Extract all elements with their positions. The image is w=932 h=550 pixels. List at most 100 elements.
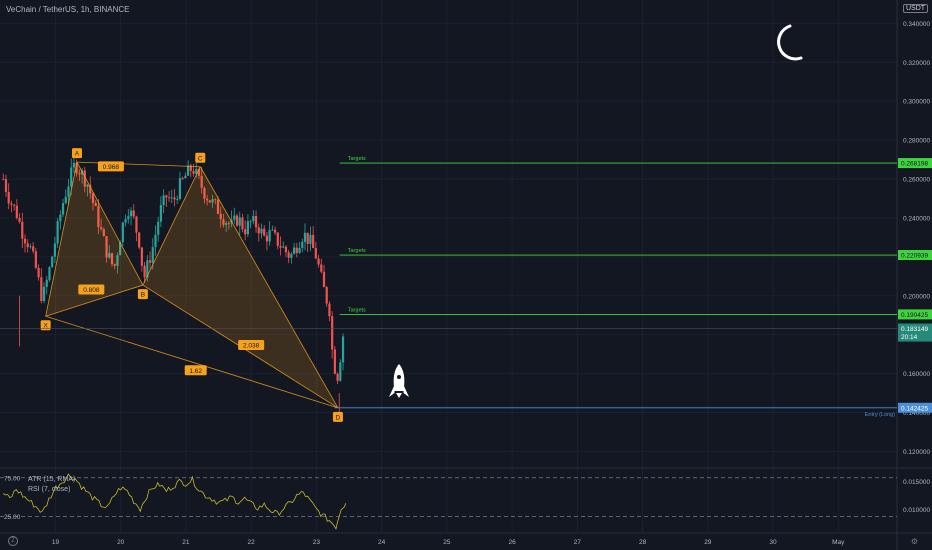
rsi-level-label: 75.00 bbox=[4, 475, 21, 482]
pattern-leg bbox=[76, 161, 201, 168]
x-tick-label: 27 bbox=[574, 539, 582, 546]
target-label: Targets bbox=[348, 156, 366, 162]
candle-body bbox=[268, 230, 271, 242]
candle-body bbox=[301, 241, 304, 249]
candle-body bbox=[309, 234, 312, 244]
candle-body bbox=[186, 165, 190, 176]
symbol-title: VeChain / TetherUS, 1h, BINANCE bbox=[6, 5, 130, 14]
rocket-fin-left bbox=[389, 385, 395, 397]
candle-body bbox=[176, 198, 179, 200]
candle-body bbox=[140, 247, 143, 266]
candle-body bbox=[336, 373, 339, 381]
timezone-icon[interactable]: Z bbox=[8, 536, 18, 546]
y-tick-label: 0.340000 bbox=[903, 21, 930, 28]
candle-body bbox=[271, 229, 274, 231]
candle-body bbox=[4, 179, 8, 192]
x-tick-label: 22 bbox=[248, 539, 256, 546]
pattern-point-label-text: B bbox=[141, 292, 145, 299]
target-label: Targets bbox=[348, 248, 366, 254]
candle-body bbox=[257, 227, 260, 234]
candle-body bbox=[37, 267, 40, 278]
pattern-point-label-text: D bbox=[336, 414, 341, 421]
candle-body bbox=[64, 196, 67, 204]
candle-body bbox=[303, 232, 307, 242]
candle-body bbox=[56, 221, 59, 244]
candle-body bbox=[129, 210, 133, 217]
candle-body bbox=[167, 197, 171, 199]
candle-body bbox=[67, 186, 70, 197]
candle-body bbox=[124, 219, 127, 223]
candle-body bbox=[159, 205, 163, 222]
candle-body bbox=[23, 238, 27, 244]
candle-body bbox=[287, 252, 290, 258]
target-label: Targets bbox=[348, 307, 366, 313]
candle-body bbox=[26, 243, 29, 248]
y-tick-label: 0.300000 bbox=[903, 99, 930, 106]
candle-body bbox=[45, 279, 48, 287]
candle-body bbox=[312, 234, 315, 248]
candle-body bbox=[241, 217, 244, 230]
x-tick-label: 21 bbox=[182, 539, 190, 546]
candle-body bbox=[331, 316, 334, 350]
candle-body bbox=[181, 178, 184, 179]
candle-body bbox=[295, 247, 298, 253]
pattern-ratio-label: 0.808 bbox=[78, 284, 105, 295]
candle-body bbox=[135, 216, 138, 233]
x-tick-label: 26 bbox=[508, 539, 516, 546]
rocket-icon bbox=[389, 364, 409, 398]
pattern-ratio-label: 1.62 bbox=[184, 365, 207, 376]
candle-body bbox=[265, 235, 269, 242]
rsi-indicator-label[interactable]: RSI (7, close) bbox=[28, 486, 70, 493]
y-tick-label: 0.320000 bbox=[903, 60, 930, 67]
pattern-ratio-label-text: 0.808 bbox=[83, 287, 100, 294]
candle-body bbox=[48, 267, 51, 280]
entry-price-text: 0.142425 bbox=[901, 405, 928, 412]
candle-body bbox=[29, 246, 32, 248]
chart-canvas[interactable]: 0.340000 0.320000 0.300000 0.280000 0.260000… bbox=[0, 0, 932, 550]
target-price-text: 0.190425 bbox=[901, 312, 928, 319]
candle-body bbox=[317, 258, 320, 265]
candle-body bbox=[290, 253, 293, 258]
candle-body bbox=[178, 178, 182, 199]
atr-tick-label: 0.015000 bbox=[903, 479, 930, 486]
x-tick-label: 23 bbox=[313, 539, 321, 546]
candle-body bbox=[34, 251, 37, 268]
candle-body bbox=[13, 204, 16, 206]
candle-body bbox=[260, 228, 263, 234]
candle-body bbox=[235, 215, 239, 226]
candle-body bbox=[254, 215, 258, 228]
y-tick-label: 0.240000 bbox=[903, 215, 930, 222]
entry-label: Entry (Long) bbox=[865, 412, 895, 418]
candle-body bbox=[192, 171, 195, 174]
candle-body bbox=[320, 264, 323, 272]
candle-body bbox=[70, 167, 73, 187]
atr-indicator-label[interactable]: ATR (15, RMA) bbox=[28, 476, 75, 483]
x-tick-label: 29 bbox=[704, 539, 712, 546]
x-tick-label: 30 bbox=[769, 539, 777, 546]
candle-body bbox=[293, 247, 296, 254]
rocket-flame bbox=[396, 393, 402, 398]
pattern-ratio-label-text: 2.038 bbox=[243, 342, 260, 349]
candle-body bbox=[238, 217, 241, 226]
candle-body bbox=[154, 234, 157, 248]
candle-body bbox=[333, 349, 336, 374]
x-tick-label: 19 bbox=[52, 539, 60, 546]
pattern-ratio-label: 2.038 bbox=[238, 339, 265, 350]
pattern-point-label-text: A bbox=[75, 151, 80, 158]
atr-tick-label: 0.010000 bbox=[903, 507, 930, 514]
candle-body bbox=[244, 229, 247, 235]
candle-body bbox=[322, 271, 326, 288]
currency-selector[interactable]: USDT bbox=[903, 4, 929, 13]
candle-body bbox=[15, 205, 18, 219]
moon-icon bbox=[777, 24, 803, 61]
candle-body bbox=[314, 247, 317, 259]
candle-body bbox=[61, 203, 65, 215]
x-tick-label: 24 bbox=[378, 539, 386, 546]
x-tick-label: 25 bbox=[443, 539, 451, 546]
target-price-text: 0.220939 bbox=[901, 253, 928, 260]
rocket-window bbox=[397, 375, 401, 379]
candle-body bbox=[2, 179, 5, 180]
settings-gear-icon[interactable]: ⚙ bbox=[911, 537, 918, 546]
candle-body bbox=[121, 222, 124, 243]
candle-body bbox=[32, 246, 35, 252]
